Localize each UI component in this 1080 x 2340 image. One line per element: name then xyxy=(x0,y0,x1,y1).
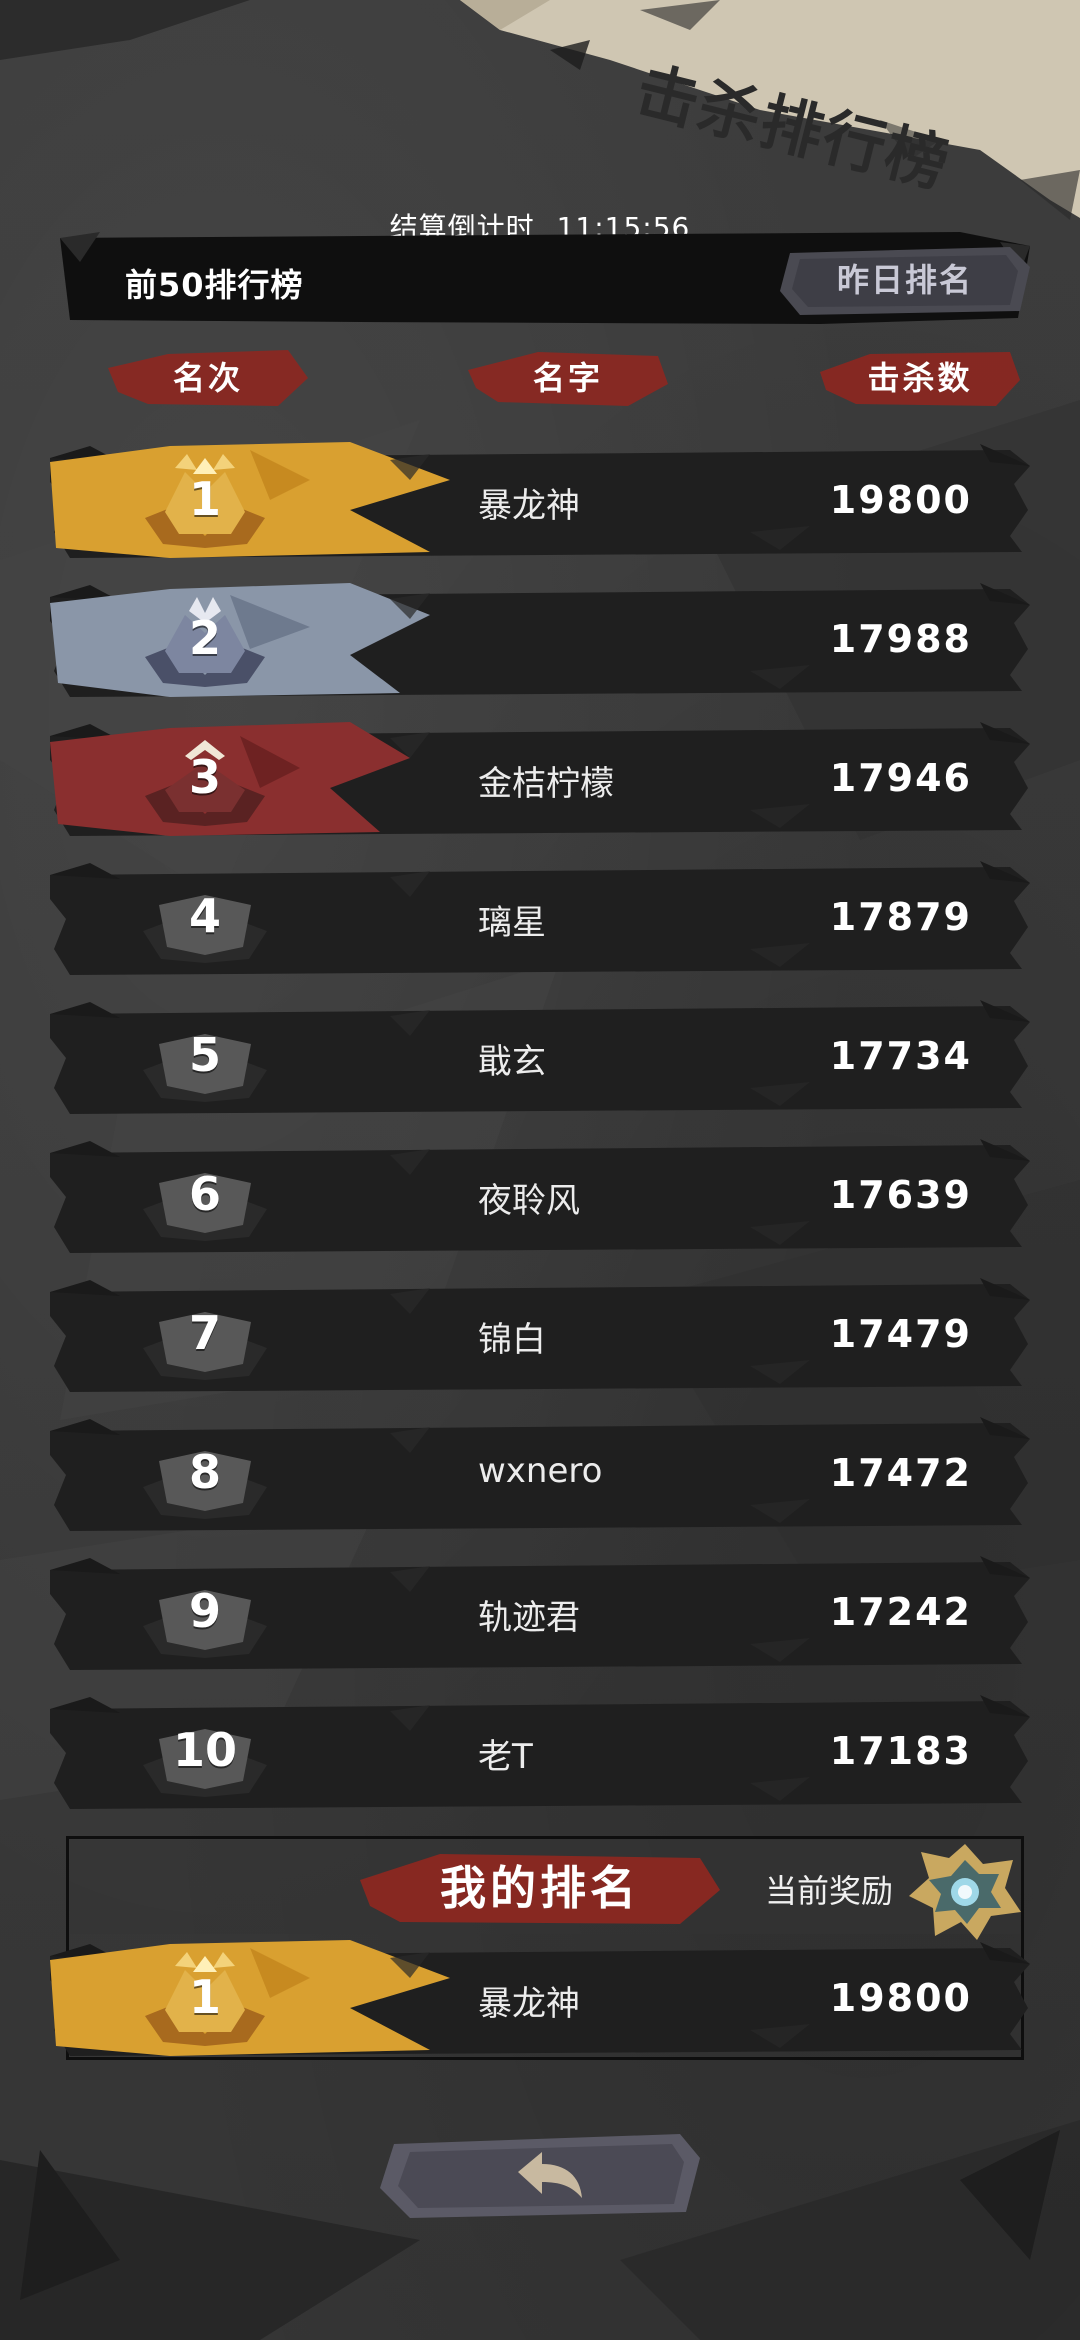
player-name: 夜聆风 xyxy=(478,1181,580,1221)
kill-count: 17479 xyxy=(829,1312,972,1356)
player-name: 老T xyxy=(478,1737,533,1777)
leaderboard-row[interactable]: 4 璃星 17879 xyxy=(50,857,1030,977)
column-header-rank-label: 名次 xyxy=(172,359,243,397)
rank-number: 1 xyxy=(188,472,221,526)
column-header-kills: 击杀数 xyxy=(820,348,1020,408)
rank-number: 3 xyxy=(188,750,221,804)
rank-number: 1 xyxy=(188,1970,221,2024)
player-name: 暴龙神 xyxy=(478,486,580,526)
column-header-name: 名字 xyxy=(468,348,668,408)
kill-count: 17242 xyxy=(829,1590,972,1634)
player-name: 暴龙神 xyxy=(478,1984,580,2024)
back-button-background xyxy=(380,2134,700,2218)
kill-count: 17472 xyxy=(829,1451,972,1495)
rank-number: 6 xyxy=(188,1167,221,1221)
leaderboard-screen: 击杀排行榜 结算倒计时 11:15:56 前50排行榜 昨日排名 名次 名字 击… xyxy=(0,0,1080,2340)
leaderboard-row[interactable]: 9 轨迹君 17242 xyxy=(50,1552,1030,1672)
my-rank-title-label: 我的排名 xyxy=(440,1861,640,1915)
rank-number: 8 xyxy=(188,1445,221,1499)
yesterday-button-label: 昨日排名 xyxy=(836,261,973,299)
kill-count: 19800 xyxy=(829,1976,972,2020)
top-50-board-label: 前50排行榜 xyxy=(125,266,304,304)
kill-count: 17639 xyxy=(829,1173,972,1217)
player-name: 锦白 xyxy=(478,1320,546,1360)
yesterday-ranking-button[interactable]: 昨日排名 xyxy=(780,245,1030,315)
rank-number: 9 xyxy=(188,1584,221,1638)
player-name: 璃星 xyxy=(478,903,546,943)
leaderboard-row[interactable]: 3 金桔柠檬 17946 xyxy=(50,718,1030,838)
rank-number: 4 xyxy=(188,889,221,943)
my-rank-title: 我的排名 xyxy=(360,1850,720,1926)
kill-count: 17734 xyxy=(829,1034,972,1078)
my-rank-row[interactable]: 1 暴龙神 19800 xyxy=(50,1938,1030,2058)
back-button[interactable] xyxy=(380,2128,700,2220)
leaderboard-row[interactable]: 1 暴龙神 19800 xyxy=(50,440,1030,560)
column-header-kills-label: 击杀数 xyxy=(867,359,973,397)
player-name: 金桔柠檬 xyxy=(478,764,614,804)
rank-number: 7 xyxy=(188,1306,221,1360)
kill-count: 19800 xyxy=(829,478,972,522)
player-name: 戢玄 xyxy=(478,1042,546,1082)
rank-number: 10 xyxy=(172,1723,237,1777)
leaderboard-row[interactable]: 8 wxnero 17472 xyxy=(50,1413,1030,1533)
leaderboard-row[interactable]: 10 老T 17183 xyxy=(50,1691,1030,1811)
player-name: 轨迹君 xyxy=(478,1598,580,1638)
column-header-rank: 名次 xyxy=(108,348,308,408)
current-reward-label: 当前奖励 xyxy=(765,1872,894,1910)
leaderboard-row[interactable]: 2 17988 xyxy=(50,579,1030,699)
kill-count: 17183 xyxy=(829,1729,972,1773)
leaderboard-row[interactable]: 6 夜聆风 17639 xyxy=(50,1135,1030,1255)
kill-count: 17988 xyxy=(829,617,972,661)
column-header-name-label: 名字 xyxy=(532,359,603,397)
kill-count: 17879 xyxy=(829,895,972,939)
kill-count: 17946 xyxy=(829,756,972,800)
leaderboard-row[interactable]: 7 锦白 17479 xyxy=(50,1274,1030,1394)
rank-number: 5 xyxy=(188,1028,221,1082)
leaderboard-row[interactable]: 5 戢玄 17734 xyxy=(50,996,1030,1116)
player-name: wxnero xyxy=(478,1451,603,1491)
rank-number: 2 xyxy=(188,611,221,665)
reward-medal-icon[interactable] xyxy=(905,1840,1025,1944)
